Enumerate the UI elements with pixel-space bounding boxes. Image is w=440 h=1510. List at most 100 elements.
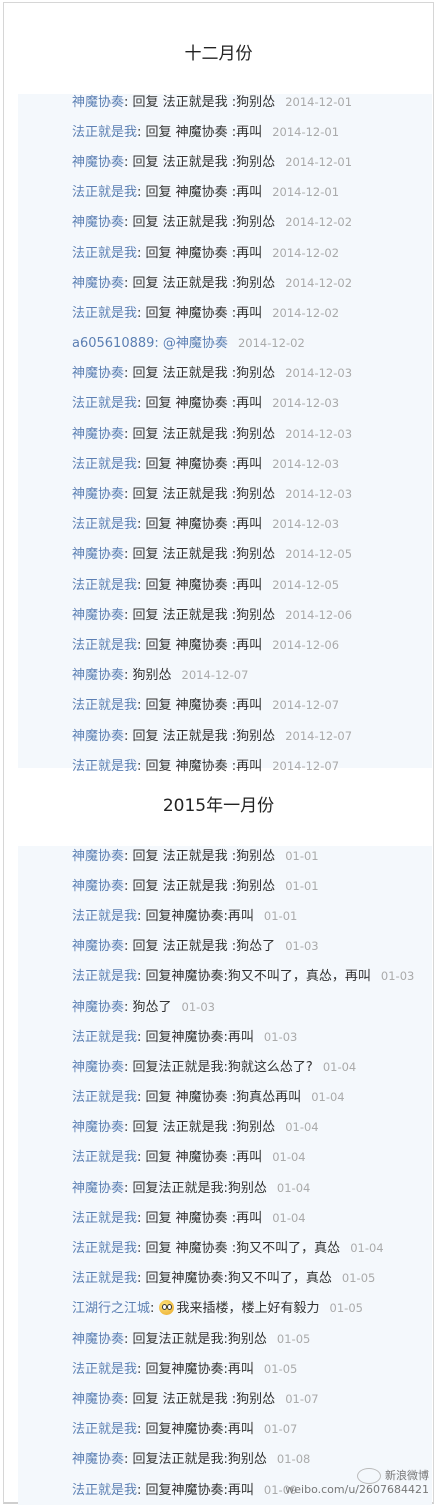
- comment-text[interactable]: @神魔协奏: [163, 336, 228, 351]
- comment-user-link[interactable]: 神魔协奏: [72, 1060, 124, 1075]
- comment-date: 01-07: [263, 1422, 298, 1437]
- comment-date: 2014-12-06: [272, 637, 340, 652]
- comment-text: 回复 法正就是我 :狗别怂: [132, 94, 276, 110]
- separator: :: [124, 1180, 133, 1196]
- comment-row: 神魔协奏: 回复 法正就是我 :狗别怂 2014-12-06: [72, 600, 417, 630]
- comment-text: 回复 神魔协奏 :狗又不叫了，真怂: [145, 1241, 341, 1257]
- comment-user-link[interactable]: 神魔协奏: [72, 849, 124, 864]
- comment-user-link[interactable]: 法正就是我: [72, 185, 137, 200]
- smiley-emoji-icon: [158, 1300, 174, 1316]
- separator: :: [137, 908, 146, 924]
- comment-user-link[interactable]: 法正就是我: [72, 909, 137, 924]
- comment-user-link[interactable]: 法正就是我: [72, 1271, 137, 1286]
- comment-user-link[interactable]: 法正就是我: [72, 1211, 137, 1226]
- comment-row: 神魔协奏: 回复法正就是我:狗别怂 01-05: [72, 1324, 417, 1354]
- comment-user-link[interactable]: 法正就是我: [72, 1241, 137, 1256]
- comment-row: 法正就是我: 回复 神魔协奏 :再叫 01-04: [72, 1143, 417, 1173]
- separator: :: [124, 728, 133, 744]
- comment-text: 回复法正就是我:狗就这么怂了?: [132, 1059, 313, 1075]
- comment-user-link[interactable]: 法正就是我: [72, 969, 137, 984]
- comment-user-link[interactable]: 神魔协奏: [72, 276, 124, 291]
- comment-user-link[interactable]: 神魔协奏: [72, 1452, 124, 1467]
- comment-date: 01-01: [285, 878, 319, 893]
- comment-user-link[interactable]: 法正就是我: [72, 125, 137, 140]
- comment-user-link[interactable]: 神魔协奏: [72, 155, 124, 170]
- comment-text: 回复 神魔协奏 :再叫: [145, 305, 263, 321]
- separator: :: [137, 758, 146, 774]
- comment-user-link[interactable]: 神魔协奏: [72, 668, 124, 683]
- comment-row: 法正就是我: 回复 神魔协奏 :再叫 2014-12-02: [72, 238, 417, 268]
- comment-date: 2014-12-01: [272, 124, 340, 139]
- comment-row: 法正就是我: 回复 神魔协奏 :狗又不叫了，真怂 01-04: [72, 1233, 417, 1263]
- separator: :: [124, 94, 133, 110]
- comment-user-link[interactable]: 法正就是我: [72, 1030, 137, 1045]
- comment-user-link[interactable]: 神魔协奏: [72, 939, 124, 954]
- separator: :: [124, 487, 133, 503]
- comment-row: 神魔协奏: 回复 法正就是我 :狗别怂 01-07: [72, 1384, 417, 1414]
- comment-user-link[interactable]: 江湖行之江城: [72, 1301, 150, 1316]
- comment-user-link[interactable]: 法正就是我: [72, 1090, 137, 1105]
- comment-user-link[interactable]: 神魔协奏: [72, 1181, 124, 1196]
- comment-user-link[interactable]: 法正就是我: [72, 759, 137, 774]
- separator: :: [124, 939, 133, 955]
- comment-date: 2014-12-03: [272, 396, 340, 411]
- comment-user-link[interactable]: 法正就是我: [72, 246, 137, 261]
- comment-row: 神魔协奏: 回复 法正就是我 :狗别怂 2014-12-03: [72, 479, 417, 509]
- comment-user-link[interactable]: 法正就是我: [72, 306, 137, 321]
- comment-text: 回复 神魔协奏 :再叫: [145, 1210, 263, 1226]
- comment-user-link[interactable]: 神魔协奏: [72, 1120, 124, 1135]
- comment-text: 回复神魔协奏:狗又不叫了，真怂，再叫: [145, 969, 371, 985]
- comment-text: 回复 神魔协奏 :再叫: [145, 185, 263, 201]
- comment-row: 法正就是我: 回复 神魔协奏 :再叫 2014-12-06: [72, 630, 417, 660]
- comment-user-link[interactable]: 神魔协奏: [72, 427, 124, 442]
- section-title-december: 十二月份: [184, 44, 253, 64]
- comment-user-link[interactable]: 神魔协奏: [72, 608, 124, 623]
- comment-user-link[interactable]: 法正就是我: [72, 517, 137, 532]
- comment-user-link[interactable]: 法正就是我: [72, 396, 137, 411]
- comment-row: 神魔协奏: 回复 法正就是我 :狗别怂 2014-12-07: [72, 721, 417, 751]
- comment-text: 回复 神魔协奏 :再叫: [145, 245, 263, 261]
- comment-user-link[interactable]: a605610889: [72, 336, 154, 351]
- comment-user-link[interactable]: 法正就是我: [72, 457, 137, 472]
- comment-date: 2014-12-01: [285, 154, 353, 169]
- comment-user-link[interactable]: 法正就是我: [72, 1150, 137, 1165]
- separator: :: [124, 999, 133, 1015]
- comment-user-link[interactable]: 神魔协奏: [72, 366, 124, 381]
- comment-text: 回复 神魔协奏 :再叫: [145, 517, 263, 533]
- comment-user-link[interactable]: 神魔协奏: [72, 1392, 124, 1407]
- separator: :: [124, 426, 133, 442]
- comment-text: 回复 神魔协奏 :再叫: [145, 124, 263, 140]
- comment-user-link[interactable]: 神魔协奏: [72, 1332, 124, 1347]
- comment-date: 01-03: [380, 969, 415, 984]
- separator: :: [124, 275, 133, 291]
- comment-user-link[interactable]: 神魔协奏: [72, 879, 124, 894]
- comment-user-link[interactable]: 神魔协奏: [72, 95, 124, 110]
- comment-row: 法正就是我: 回复神魔协奏:再叫 01-07: [72, 1415, 417, 1445]
- comment-user-link[interactable]: 神魔协奏: [72, 215, 124, 230]
- comment-user-link[interactable]: 法正就是我: [72, 1483, 137, 1498]
- comment-text: 回复法正就是我:狗别怂: [132, 1331, 267, 1347]
- comment-user-link[interactable]: 法正就是我: [72, 578, 137, 593]
- comment-date: 01-03: [263, 1029, 298, 1044]
- comment-text: 回复 神魔协奏 :再叫: [145, 456, 263, 472]
- comment-text: 回复神魔协奏:再叫: [145, 1482, 254, 1498]
- comment-date: 2014-12-02: [272, 305, 340, 320]
- comment-row: 法正就是我: 回复神魔协奏:再叫 01-05: [72, 1354, 417, 1384]
- comment-date: 01-04: [350, 1241, 384, 1256]
- comment-row: 法正就是我: 回复 神魔协奏 :狗真怂再叫 01-04: [72, 1083, 417, 1113]
- comment-user-link[interactable]: 法正就是我: [72, 638, 137, 653]
- comment-user-link[interactable]: 神魔协奏: [72, 547, 124, 562]
- comment-user-link[interactable]: 神魔协奏: [72, 487, 124, 502]
- comment-user-link[interactable]: 神魔协奏: [72, 729, 124, 744]
- comment-user-link[interactable]: 法正就是我: [72, 1362, 137, 1377]
- separator: :: [137, 698, 146, 714]
- comment-row: 神魔协奏: 回复 法正就是我 :狗别怂 2014-12-01: [72, 87, 417, 117]
- comment-row: 神魔协奏: 回复 法正就是我 :狗别怂 01-01: [72, 871, 417, 901]
- comment-text: 回复 法正就是我 :狗别怂: [132, 154, 276, 170]
- comment-row: 神魔协奏: 回复 法正就是我 :狗别怂 2014-12-03: [72, 419, 417, 449]
- comment-text: 回复 神魔协奏 :再叫: [145, 637, 263, 653]
- comment-date: 2014-12-05: [285, 547, 353, 562]
- comment-user-link[interactable]: 法正就是我: [72, 1422, 137, 1437]
- comment-user-link[interactable]: 神魔协奏: [72, 1000, 124, 1015]
- comment-user-link[interactable]: 法正就是我: [72, 698, 137, 713]
